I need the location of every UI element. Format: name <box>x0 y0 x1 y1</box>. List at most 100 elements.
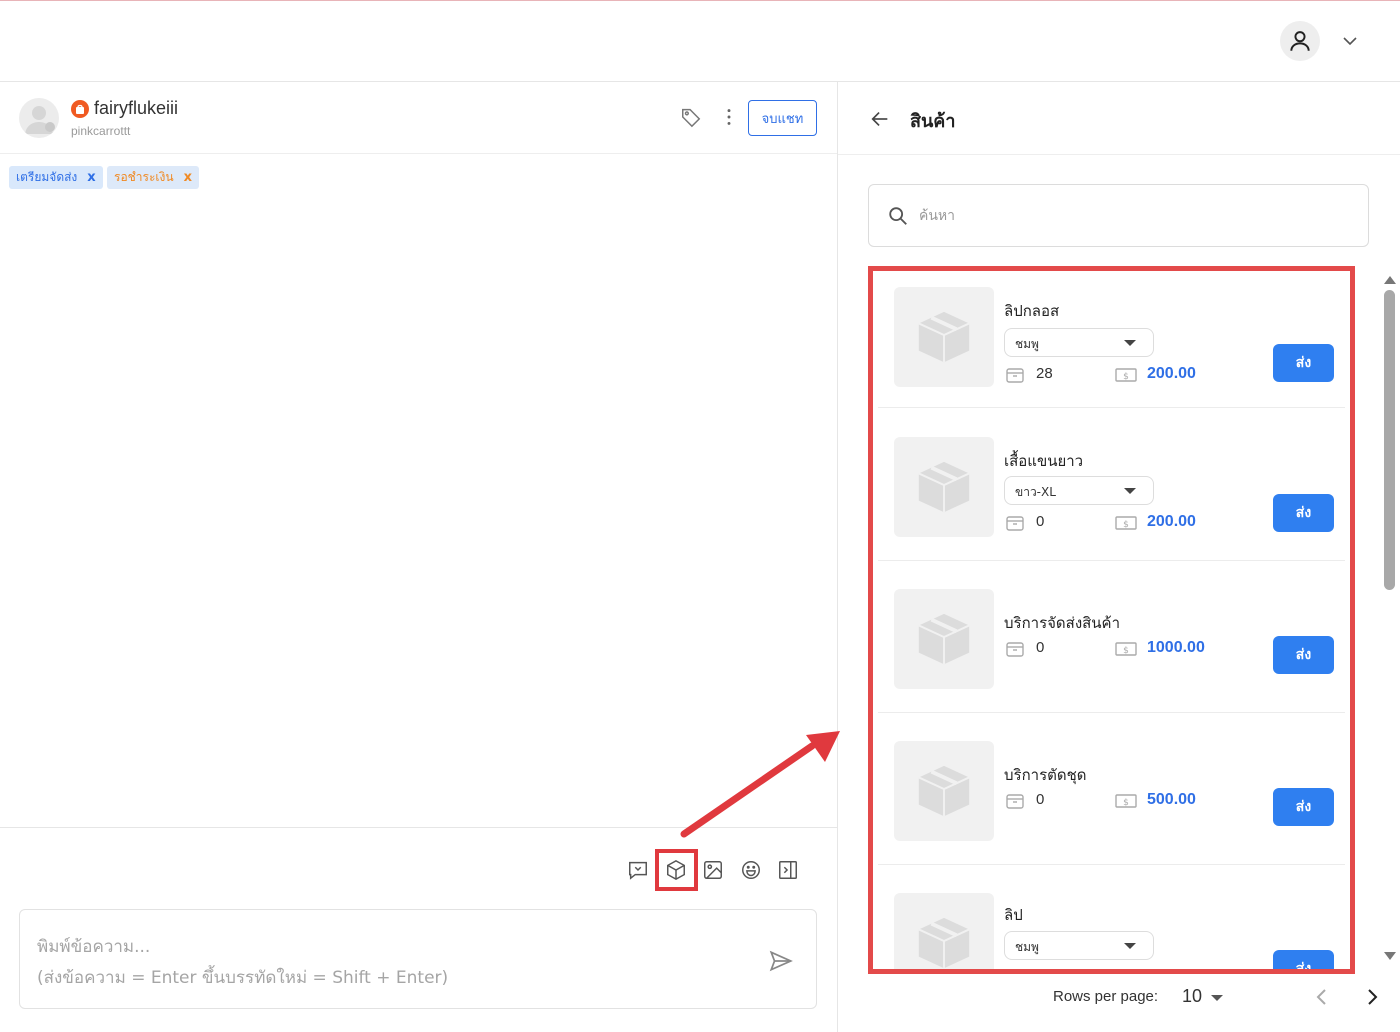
product-stock: 28 <box>1036 365 1053 382</box>
scroll-up-arrow[interactable] <box>1384 276 1396 284</box>
sidebar-collapse-icon <box>779 861 797 879</box>
chat-panel: fairyflukeiii pinkcarrottt จบแชท เตรียมจ… <box>0 82 838 1032</box>
product-search <box>868 184 1369 247</box>
quick-reply-button[interactable] <box>626 858 650 882</box>
scroll-down-arrow[interactable] <box>1384 952 1396 960</box>
variant-value: ชมพู <box>1015 940 1039 954</box>
variant-value: ขาว-XL <box>1015 485 1056 499</box>
product-name: บริการตัดชุด <box>1004 766 1087 784</box>
variant-select[interactable]: ขาว-XL <box>1004 476 1154 505</box>
money-icon: $ <box>1115 794 1137 808</box>
product-name: ลิปกลอส <box>1004 302 1060 320</box>
end-chat-button[interactable]: จบแชท <box>748 100 817 136</box>
chevron-right-icon[interactable] <box>1362 987 1382 1007</box>
inventory-icon <box>1006 794 1024 809</box>
user-icon <box>1290 31 1310 51</box>
composer-divider <box>0 827 837 828</box>
send-product-button[interactable]: ส่ง <box>1273 344 1334 382</box>
product-thumbnail <box>894 589 994 689</box>
variant-select[interactable]: ชมพู <box>1004 328 1154 357</box>
more-vertical-icon[interactable] <box>718 106 740 128</box>
box-placeholder-icon <box>918 765 970 817</box>
shopee-icon <box>71 100 89 118</box>
chevron-down-icon[interactable] <box>1340 33 1360 49</box>
top-bar <box>0 1 1400 82</box>
emoji-icon <box>742 861 760 879</box>
search-input[interactable] <box>919 203 1339 229</box>
product-thumbnail <box>894 893 994 969</box>
rows-per-page-label: Rows per page: <box>1053 988 1159 1005</box>
money-icon: $ <box>1115 368 1137 382</box>
caret-down-icon[interactable] <box>1211 995 1223 1001</box>
box-placeholder-icon <box>918 613 970 665</box>
product-stock: 0 <box>1036 791 1045 808</box>
product-thumbnail <box>894 741 994 841</box>
image-button[interactable] <box>701 858 725 882</box>
message-square-icon <box>629 861 647 880</box>
caret-down-icon <box>1124 488 1136 494</box>
product-name: เสื้อแขนยาว <box>1004 452 1084 470</box>
product-item: ลิปกลอส ชมพู 28 $ 200.00 ส่ง <box>878 271 1345 408</box>
tag-chip-preparing: เตรียมจัดส่ง x <box>9 166 103 189</box>
product-item: บริการตัดชุด 0 $ 500.00 ส่ง <box>878 725 1345 865</box>
image-icon <box>704 861 722 879</box>
product-item: ลิป ชมพู ส่ง <box>878 877 1345 969</box>
send-product-button[interactable]: ส่ง <box>1273 788 1334 826</box>
highlight-box-product-button <box>655 849 698 891</box>
arrow-left-icon[interactable] <box>869 108 891 130</box>
send-product-button[interactable]: ส่ง <box>1273 494 1334 532</box>
send-icon[interactable] <box>768 948 794 974</box>
box-placeholder-icon <box>918 311 970 363</box>
product-list: ลิปกลอส ชมพู 28 $ 200.00 ส่ง เสื้อแขนยาว… <box>868 266 1355 974</box>
customer-avatar[interactable] <box>19 98 59 138</box>
tag-chip-label: รอชำระเงิน <box>114 170 174 184</box>
product-price: 200.00 <box>1147 365 1196 382</box>
product-stock: 0 <box>1036 639 1045 656</box>
product-thumbnail <box>894 287 994 387</box>
money-icon: $ <box>1115 642 1137 656</box>
box-placeholder-icon <box>918 917 970 969</box>
tag-icon[interactable] <box>680 106 702 128</box>
send-product-button[interactable]: ส่ง <box>1273 636 1334 674</box>
inventory-icon <box>1006 642 1024 657</box>
product-item: บริการจัดส่งสินค้า 0 $ 1000.00 ส่ง <box>878 573 1345 713</box>
emoji-button[interactable] <box>739 858 763 882</box>
scrollbar[interactable] <box>1382 276 1396 960</box>
caret-down-icon <box>1124 943 1136 949</box>
caret-down-icon <box>1124 340 1136 346</box>
box-placeholder-icon <box>918 461 970 513</box>
product-price: 500.00 <box>1147 791 1196 808</box>
chevron-left-icon[interactable] <box>1312 987 1332 1007</box>
product-price: 200.00 <box>1147 513 1196 530</box>
remove-tag-button[interactable]: x <box>184 170 192 185</box>
customer-username: fairyflukeiii <box>94 98 179 118</box>
product-name: ลิป <box>1004 906 1023 924</box>
panel-title: สินค้า <box>910 111 956 132</box>
product-item: เสื้อแขนยาว ขาว-XL 0 $ 200.00 ส่ง <box>878 421 1345 561</box>
tag-chip-awaiting-payment: รอชำระเงิน x <box>107 166 199 189</box>
send-product-button[interactable]: ส่ง <box>1273 950 1334 969</box>
svg-text:$: $ <box>1123 798 1129 808</box>
inventory-icon <box>1006 368 1024 383</box>
product-thumbnail <box>894 437 994 537</box>
chat-header: fairyflukeiii pinkcarrottt จบแชท <box>0 82 837 154</box>
message-input[interactable]: พิมพ์ข้อความ... (ส่งข้อความ = Enter ขึ้น… <box>19 909 817 1009</box>
default-avatar-icon <box>25 106 55 134</box>
scrollbar-thumb[interactable] <box>1384 290 1395 590</box>
tag-chip-label: เตรียมจัดส่ง <box>16 170 78 184</box>
remove-tag-button[interactable]: x <box>87 170 95 185</box>
svg-text:$: $ <box>1123 520 1129 530</box>
customer-handle: pinkcarrottt <box>71 124 131 138</box>
search-icon <box>889 207 907 225</box>
rows-per-page-select[interactable]: 10 <box>1182 986 1202 1007</box>
product-stock: 0 <box>1036 513 1045 530</box>
product-name: บริการจัดส่งสินค้า <box>1004 614 1121 632</box>
message-placeholder-line1: พิมพ์ข้อความ... <box>37 937 151 957</box>
message-placeholder-line2: (ส่งข้อความ = Enter ขึ้นบรรทัดใหม่ = Shi… <box>37 968 449 988</box>
variant-value: ชมพู <box>1015 337 1039 351</box>
variant-select[interactable]: ชมพู <box>1004 931 1154 960</box>
toggle-panel-button[interactable] <box>776 858 800 882</box>
account-avatar-button[interactable] <box>1280 21 1320 61</box>
svg-text:$: $ <box>1123 646 1129 656</box>
money-icon: $ <box>1115 516 1137 530</box>
